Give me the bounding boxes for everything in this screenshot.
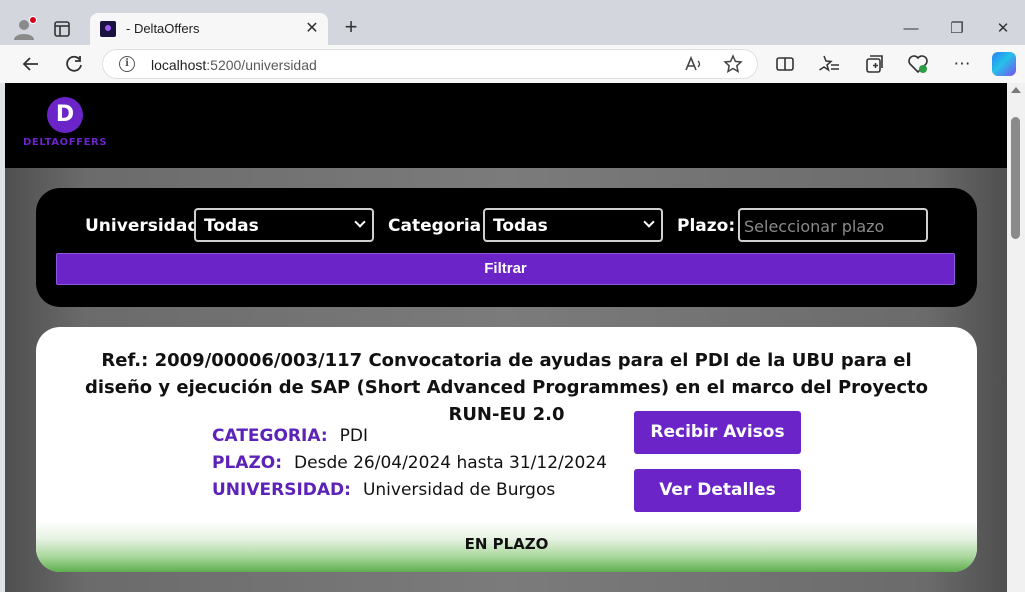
active-tab[interactable]: - DeltaOffers ✕ xyxy=(90,13,328,45)
categoria-select[interactable]: Todas xyxy=(483,208,663,242)
offer-categoria: CATEGORIA: PDI xyxy=(212,426,368,450)
page-viewport: D DELTAOFFERS Universidad: Todas Categor… xyxy=(5,83,1007,592)
plazo-input[interactable]: Seleccionar plazo xyxy=(738,208,928,242)
notification-dot-icon xyxy=(29,16,37,24)
tab-title: - DeltaOffers xyxy=(126,21,200,36)
chevron-down-icon xyxy=(354,216,366,228)
collections-icon[interactable] xyxy=(863,53,885,75)
url-text[interactable]: localhost:5200/universidad xyxy=(151,57,317,73)
categoria-value: PDI xyxy=(339,426,368,446)
tab-actions-icon[interactable] xyxy=(52,19,72,39)
universidad-value: Universidad de Burgos xyxy=(362,480,556,500)
favorites-list-icon[interactable] xyxy=(818,53,840,75)
plazo-label: Plazo: xyxy=(677,216,736,236)
site-favicon-icon xyxy=(100,21,116,37)
refresh-icon[interactable] xyxy=(63,53,85,75)
categoria-select-value: Todas xyxy=(493,216,548,236)
status-bar: EN PLAZO xyxy=(36,521,977,572)
universidad-select-value: Todas xyxy=(204,216,259,236)
restore-icon[interactable]: ❐ xyxy=(942,14,972,44)
page-body: Universidad: Todas Categoria: Todas Plaz… xyxy=(5,168,1007,592)
categoria-key: CATEGORIA: xyxy=(212,426,328,446)
page-scrollbar[interactable] xyxy=(1007,83,1025,592)
chevron-down-icon xyxy=(643,216,655,228)
plazo-key: PLAZO: xyxy=(212,453,283,473)
read-aloud-icon[interactable] xyxy=(683,53,705,75)
recibir-avisos-button[interactable]: Recibir Avisos xyxy=(634,411,801,454)
browser-tab-strip: - DeltaOffers ✕ + — ❐ ✕ xyxy=(0,0,1025,45)
plazo-value: Desde 26/04/2024 hasta 31/12/2024 xyxy=(294,453,607,473)
filter-button[interactable]: Filtrar xyxy=(56,253,955,285)
site-logo[interactable]: D xyxy=(47,97,83,133)
categoria-label: Categoria: xyxy=(388,216,488,236)
minimize-icon[interactable]: — xyxy=(896,14,926,44)
offer-universidad: UNIVERSIDAD: Universidad de Burgos xyxy=(212,480,555,504)
offer-title: Ref.: 2009/00006/003/117 Convocatoria de… xyxy=(85,350,928,425)
split-screen-icon[interactable] xyxy=(774,53,796,75)
scrollbar-thumb[interactable] xyxy=(1011,117,1020,239)
offer-card: Ref.: 2009/00006/003/117 Convocatoria de… xyxy=(36,327,977,572)
browser-toolbar: i localhost:5200/universidad ⋯ xyxy=(0,45,1025,83)
plazo-placeholder: Seleccionar plazo xyxy=(744,217,885,236)
copilot-icon[interactable] xyxy=(992,52,1016,76)
universidad-key: UNIVERSIDAD: xyxy=(212,480,351,500)
close-window-icon[interactable]: ✕ xyxy=(988,14,1018,44)
filter-panel: Universidad: Todas Categoria: Todas Plaz… xyxy=(36,188,977,307)
new-tab-icon[interactable]: + xyxy=(340,16,362,39)
back-icon[interactable] xyxy=(20,53,42,75)
close-tab-icon[interactable]: ✕ xyxy=(302,19,322,39)
address-bar[interactable]: i localhost:5200/universidad xyxy=(102,49,758,79)
site-info-icon[interactable]: i xyxy=(119,56,135,72)
browser-essentials-icon[interactable] xyxy=(907,53,929,75)
site-header: D DELTAOFFERS xyxy=(5,83,1007,168)
universidad-label: Universidad: xyxy=(85,216,207,236)
universidad-select[interactable]: Todas xyxy=(194,208,374,242)
status-badge: EN PLAZO xyxy=(464,535,549,553)
scroll-up-icon[interactable] xyxy=(1011,87,1021,93)
offer-plazo: PLAZO: Desde 26/04/2024 hasta 31/12/2024 xyxy=(212,453,607,477)
site-logo-text[interactable]: DELTAOFFERS xyxy=(23,137,107,148)
favorite-star-icon[interactable] xyxy=(722,53,744,75)
ver-detalles-button[interactable]: Ver Detalles xyxy=(634,469,801,512)
more-menu-icon[interactable]: ⋯ xyxy=(951,53,973,75)
